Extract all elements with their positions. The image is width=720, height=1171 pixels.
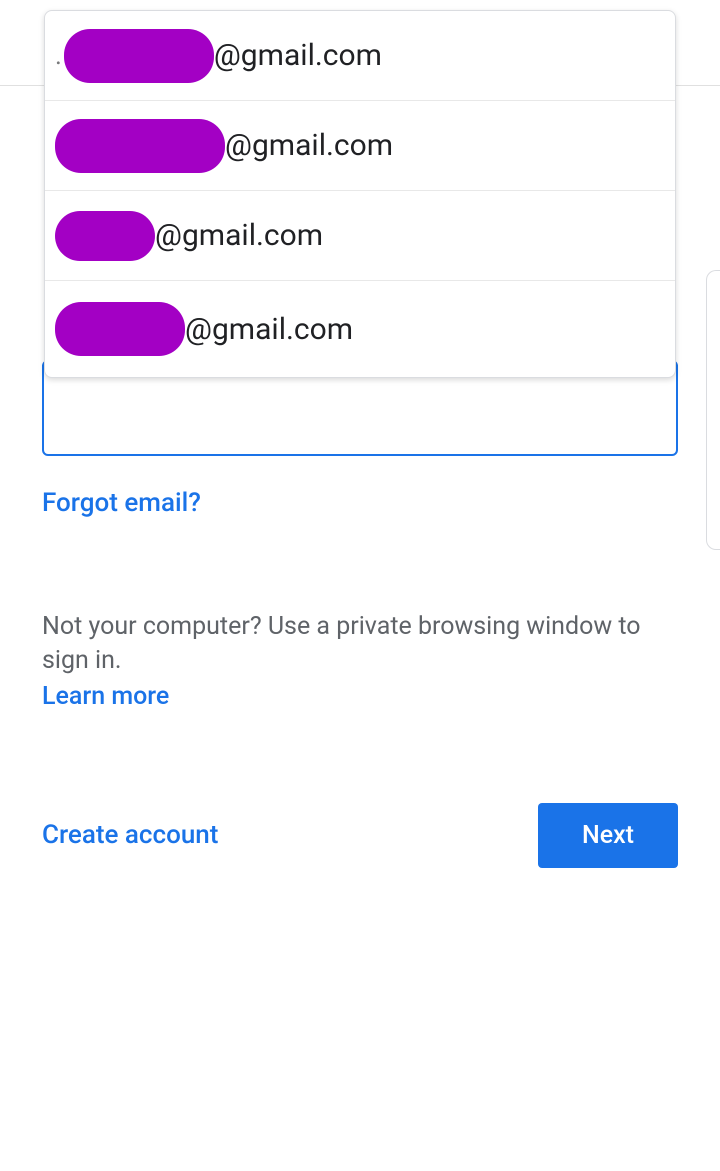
email-suffix: @gmail.com bbox=[185, 312, 353, 347]
autocomplete-suggestion[interactable]: @gmail.com bbox=[45, 101, 675, 191]
create-account-link[interactable]: Create account bbox=[42, 820, 218, 850]
autocomplete-suggestion[interactable]: @gmail.com bbox=[45, 191, 675, 281]
learn-more-link[interactable]: Learn more bbox=[42, 682, 169, 711]
autocomplete-suggestion[interactable]: @gmail.com bbox=[45, 281, 675, 377]
leading-dot-icon: . bbox=[55, 41, 62, 71]
forgot-email-link[interactable]: Forgot email? bbox=[42, 488, 201, 518]
email-suffix: @gmail.com bbox=[225, 128, 393, 163]
redacted-username-icon bbox=[55, 302, 185, 356]
redacted-username-icon bbox=[55, 211, 155, 261]
next-button[interactable]: Next bbox=[538, 803, 678, 868]
email-suffix: @gmail.com bbox=[155, 218, 323, 253]
autocomplete-suggestion[interactable]: . @gmail.com bbox=[45, 11, 675, 101]
redacted-username-icon bbox=[64, 29, 214, 83]
side-panel-edge bbox=[706, 270, 720, 550]
email-suffix: @gmail.com bbox=[214, 38, 382, 73]
email-autocomplete-dropdown: . @gmail.com @gmail.com @gmail.com @gmai… bbox=[44, 10, 676, 378]
privacy-text: Not your computer? Use a private browsin… bbox=[42, 610, 678, 678]
privacy-notice: Not your computer? Use a private browsin… bbox=[42, 610, 678, 711]
redacted-username-icon bbox=[55, 119, 225, 173]
buttons-row: Create account Next bbox=[42, 803, 678, 868]
